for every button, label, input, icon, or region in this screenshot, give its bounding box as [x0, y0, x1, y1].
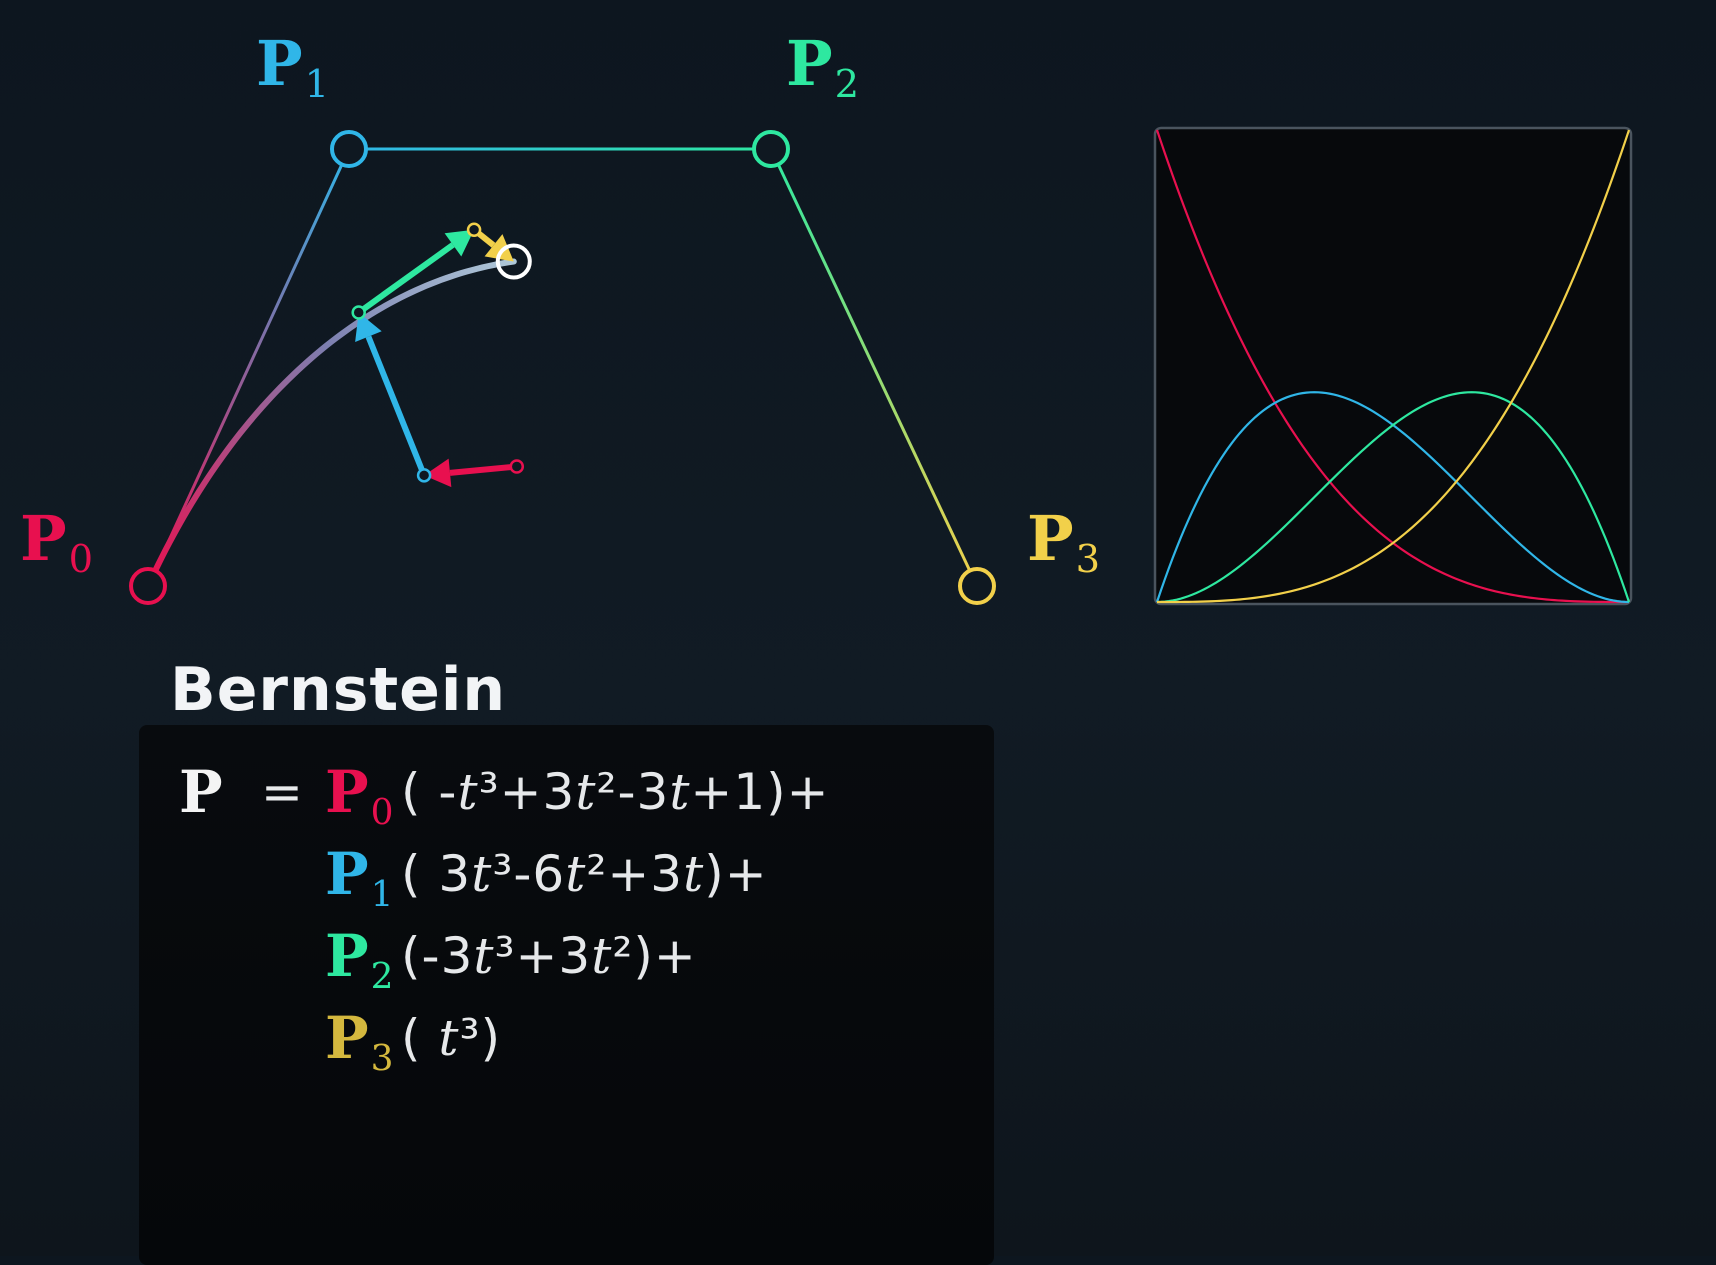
- equation-term-1-point: P1: [325, 839, 394, 930]
- label-p3: P3: [1027, 508, 1100, 580]
- label-p3-sub: 3: [1075, 537, 1101, 583]
- control-point-p0[interactable]: [129, 567, 167, 605]
- equation-term-3-point: P3: [325, 1003, 394, 1094]
- weighted-vector-p0: [449, 463, 518, 476]
- hull-segment-p2-p3: [769, 148, 979, 587]
- control-points: [129, 130, 996, 605]
- equation-equals: =: [261, 763, 303, 821]
- control-point-p1[interactable]: [330, 130, 368, 168]
- equation-term-3-sub: 3: [370, 1037, 394, 1079]
- equation-term-3-poly: ( t³): [401, 1009, 502, 1067]
- bezier-curve-traced: [145, 258, 517, 589]
- equation-term-2-poly: (-3t³+3t²)+: [401, 927, 697, 985]
- equation-term-1-letter: P: [325, 840, 369, 908]
- weighted-vector-p1: [365, 335, 427, 477]
- weighted-vector-origin-p1: [416, 468, 432, 483]
- hull-segment-p0-p1: [146, 148, 351, 587]
- label-p1: P1: [256, 33, 329, 105]
- equation-term-0-point: P0: [325, 757, 394, 848]
- equation-term-3-letter: P: [325, 1004, 369, 1072]
- equation-term-1-sub: 1: [370, 873, 394, 915]
- control-polygon: [146, 147, 979, 587]
- basis-plot-frame: [1153, 126, 1633, 606]
- weighted-vector-origin-p3: [466, 222, 482, 237]
- basis-plot: [1153, 126, 1633, 606]
- label-p2: P2: [786, 33, 859, 105]
- weighted-vector-origin-p2: [351, 305, 366, 320]
- control-point-p3[interactable]: [958, 567, 996, 605]
- label-p0-sub: 0: [68, 537, 94, 583]
- equation-term-0-sub: 0: [370, 791, 394, 833]
- label-p1-sub: 1: [304, 62, 330, 108]
- equation-term-0-letter: P: [325, 758, 369, 826]
- equation-term-1-poly: ( 3t³-6t²+3t)+: [401, 845, 768, 903]
- label-p0-letter: P: [20, 502, 67, 575]
- label-p3-letter: P: [1027, 502, 1074, 575]
- equation-term-2-point: P2: [325, 921, 394, 1012]
- label-p2-sub: 2: [834, 62, 860, 108]
- label-p1-letter: P: [256, 27, 303, 100]
- weighted-vector-origin-p0: [509, 459, 525, 474]
- label-p0: P0: [20, 508, 93, 580]
- control-point-p2[interactable]: [752, 130, 790, 168]
- label-p2-letter: P: [786, 27, 833, 100]
- equation-term-0-poly: ( -t³+3t²-3t+1)+: [401, 763, 830, 821]
- equation-panel: P = P0 ( -t³+3t²-3t+1)+ P1 ( 3t³-6t²+3t)…: [139, 725, 994, 1265]
- equation-term-2-letter: P: [325, 922, 369, 990]
- section-title: Bernstein: [170, 655, 507, 725]
- equation-lhs: P: [179, 758, 223, 826]
- equation-term-2-sub: 2: [370, 955, 394, 997]
